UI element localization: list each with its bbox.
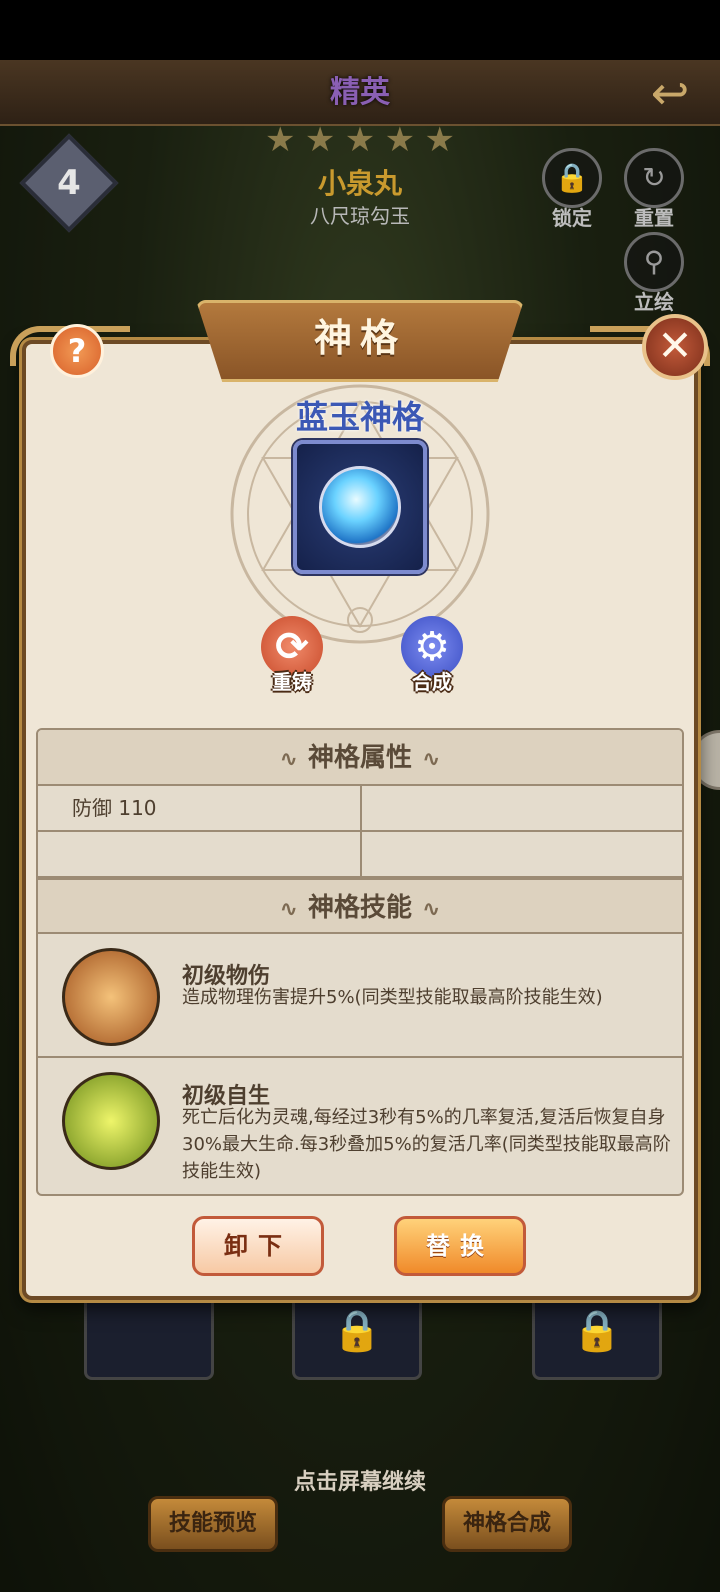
lock-icon: 🔒 <box>572 1308 622 1354</box>
attribute-cell <box>38 832 360 878</box>
blue-jade-gem-icon <box>319 466 401 548</box>
star-rating: ★ ★ ★ ★ ★ <box>265 122 455 158</box>
continue-hint[interactable]: 点击屏幕继续 <box>0 1464 720 1496</box>
attribute-cell: 防御 110 <box>38 786 360 832</box>
hero-name: 小泉丸 <box>317 167 402 200</box>
skills-header-text: 神格技能 <box>307 893 412 923</box>
gem-synthesis-button[interactable]: 神格合成 <box>442 1496 572 1552</box>
swirl-icon: ∿ <box>279 897 298 922</box>
close-button[interactable]: ✕ <box>642 314 708 380</box>
hero-rank: 精英 <box>330 75 390 110</box>
skill-description: 死亡后化为灵魂,每经过3秒有5%的几率复活,复活后恢复自身30%最大生命.每3秒… <box>182 1107 671 1182</box>
lock-button[interactable]: 🔒 锁定 <box>540 148 604 231</box>
replace-button[interactable]: 替换 <box>394 1216 526 1276</box>
gem-name: 蓝玉神格 <box>295 398 424 436</box>
lock-label: 锁定 <box>552 206 592 230</box>
swirl-icon: ∿ <box>279 747 298 772</box>
skill-row: 初级自生 死亡后化为灵魂,每经过3秒有5%的几率复活,复活后恢复自身30%最大生… <box>38 1060 682 1194</box>
star-icon: ★ <box>344 120 376 160</box>
skill-preview-button[interactable]: 技能预览 <box>148 1496 278 1552</box>
skill-row: 初级物伤 造成物理伤害提升5%(同类型技能取最高阶技能生效) <box>38 936 682 1058</box>
synthesize-label: 合成 <box>412 670 452 694</box>
swirl-icon: ∿ <box>422 747 441 772</box>
artwork-button[interactable]: ⚲ 立绘 <box>622 232 686 315</box>
reset-icon: ↻ <box>624 148 684 208</box>
reforge-label: 重铸 <box>272 670 312 694</box>
skills-header: ∿ 神格技能 ∿ <box>38 878 682 934</box>
attributes-header: ∿ 神格属性 ∿ <box>38 730 682 786</box>
hero-subtitle: 八尺琼勾玉 <box>310 204 410 228</box>
star-icon: ★ <box>424 120 455 160</box>
dialog-title: 神格 <box>313 316 406 360</box>
attribute-divider <box>360 786 362 878</box>
synthesize-button[interactable]: ⚙ 合成 <box>392 616 472 696</box>
status-bar <box>0 0 720 60</box>
star-icon: ★ <box>304 120 336 160</box>
star-icon: ★ <box>265 120 296 160</box>
attribute-cell <box>362 786 682 832</box>
attribute-cell <box>362 832 682 878</box>
fist-icon <box>62 948 160 1046</box>
artwork-label: 立绘 <box>634 290 674 314</box>
star-icon: ★ <box>384 120 416 160</box>
gem-frame[interactable] <box>293 440 427 574</box>
level-number: 4 <box>57 163 81 203</box>
lock-icon: 🔒 <box>332 1308 382 1354</box>
unequip-button[interactable]: 卸下 <box>192 1216 324 1276</box>
attributes-header-text: 神格属性 <box>307 743 412 773</box>
reset-button[interactable]: ↻ 重置 <box>622 148 686 231</box>
skill-description: 造成物理伤害提升5%(同类型技能取最高阶技能生效) <box>182 987 603 1008</box>
reforge-button[interactable]: ⟳ 重铸 <box>252 616 332 696</box>
back-arrow-icon[interactable]: ↩ <box>640 68 700 118</box>
lock-icon: 🔒 <box>542 148 602 208</box>
help-button[interactable]: ? <box>50 324 104 378</box>
swirl-icon: ∿ <box>422 897 441 922</box>
spirit-icon <box>62 1072 160 1170</box>
magnifier-icon: ⚲ <box>624 232 684 292</box>
reset-label: 重置 <box>634 206 674 230</box>
gem-info-panel: ∿ 神格属性 ∿ 防御 110 ∿ 神格技能 ∿ 初级物伤 造成物理伤害提升5%(同类型… <box>36 728 684 1196</box>
